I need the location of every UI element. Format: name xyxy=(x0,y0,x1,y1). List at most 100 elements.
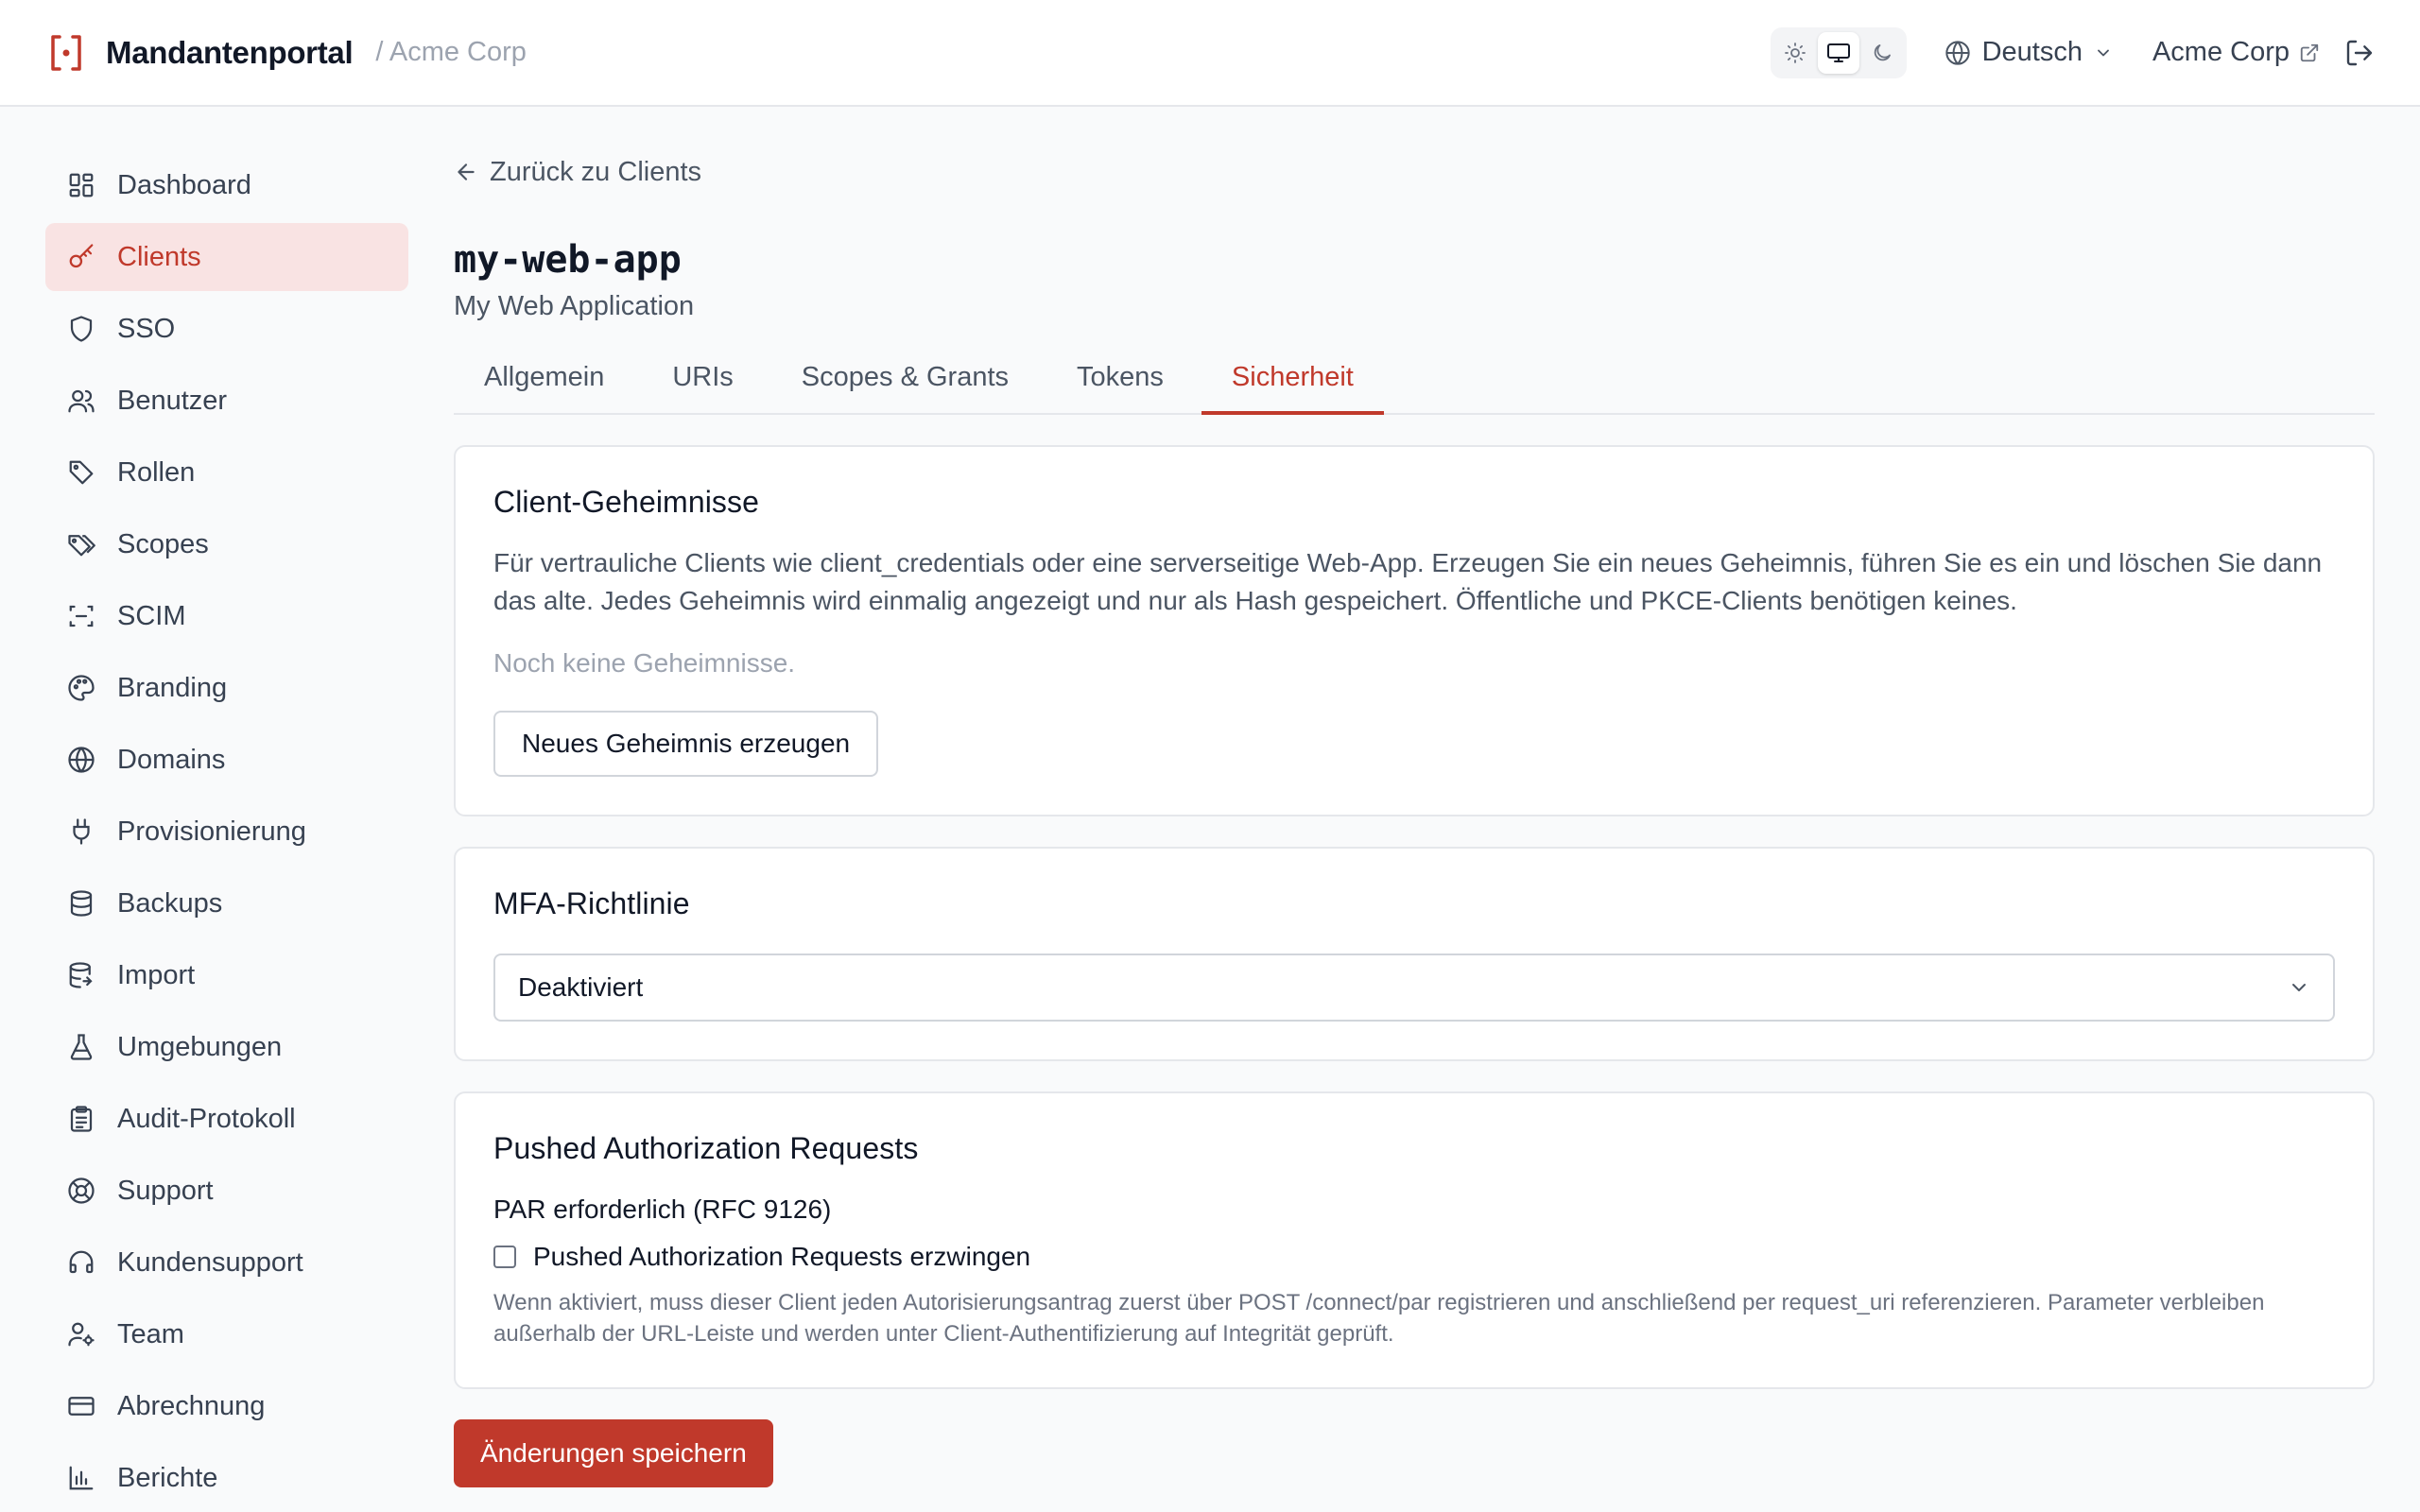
monitor-icon[interactable] xyxy=(1817,31,1859,74)
lifebuoy-icon xyxy=(66,1176,96,1206)
brand-title[interactable]: Mandantenportal xyxy=(106,35,354,71)
sidebar-item-clients[interactable]: Clients xyxy=(45,223,408,291)
tenant-label: Acme Corp xyxy=(2152,37,2290,67)
mfa-policy-value: Deaktiviert xyxy=(518,972,644,1002)
sidebar-item-sso[interactable]: SSO xyxy=(45,295,408,363)
moon-icon[interactable] xyxy=(1861,32,1903,74)
users-icon xyxy=(66,386,96,416)
sidebar-item-label: Backups xyxy=(117,887,223,919)
client-secrets-title: Client-Geheimnisse xyxy=(493,485,760,519)
user-cog-icon xyxy=(66,1319,96,1349)
back-link[interactable]: Zurück zu Clients xyxy=(454,151,2375,193)
credit-card-icon xyxy=(66,1391,96,1421)
sidebar-item-label: Audit-Protokoll xyxy=(117,1103,296,1134)
par-checkbox-row[interactable]: Pushed Authorization Requests erzwingen xyxy=(493,1242,2335,1272)
flask-icon xyxy=(66,1032,96,1062)
sidebar-item-label: Clients xyxy=(117,241,201,272)
client-secrets-empty-state: Noch keine Geheimnisse. xyxy=(493,648,796,678)
generate-secret-button[interactable]: Neues Geheimnis erzeugen xyxy=(493,711,879,777)
sidebar-item-import[interactable]: Import xyxy=(45,941,408,1009)
tab-tokens[interactable]: Tokens xyxy=(1046,351,1194,413)
page-title: my-web-app xyxy=(454,238,682,282)
sidebar-item-label: Team xyxy=(117,1318,184,1349)
tag-icon xyxy=(66,457,96,488)
par-field-label: PAR erforderlich (RFC 9126) xyxy=(493,1194,832,1224)
save-button[interactable]: Änderungen speichern xyxy=(454,1419,773,1487)
chevron-down-icon xyxy=(2288,976,2310,999)
sidebar-item-label: Dashboard xyxy=(117,169,251,200)
globe-icon xyxy=(1945,40,1971,66)
mfa-policy-title: MFA-Richtlinie xyxy=(493,886,690,920)
sidebar-item-label: SCIM xyxy=(117,600,186,631)
par-help-text: Wenn aktiviert, muss dieser Client jeden… xyxy=(493,1290,2265,1347)
sidebar-item-audit-protokoll[interactable]: Audit-Protokoll xyxy=(45,1085,408,1153)
sidebar-item-scopes[interactable]: Scopes xyxy=(45,510,408,578)
sidebar-item-kundensupport[interactable]: Kundensupport xyxy=(45,1228,408,1297)
sidebar-item-label: Rollen xyxy=(117,456,196,488)
sun-icon[interactable] xyxy=(1774,32,1816,74)
sidebar-item-label: Berichte xyxy=(117,1462,218,1493)
sidebar-item-provisionierung[interactable]: Provisionierung xyxy=(45,798,408,866)
bar-chart-icon xyxy=(66,1463,96,1493)
tab-allgemein[interactable]: Allgemein xyxy=(454,351,634,413)
client-secrets-card: Client-Geheimnisse Für vertrauliche Clie… xyxy=(454,445,2375,816)
external-link-icon xyxy=(2299,43,2320,63)
back-link-label: Zurück zu Clients xyxy=(490,156,702,187)
dashboard-icon xyxy=(66,170,96,200)
key-icon xyxy=(66,242,96,272)
mfa-policy-select[interactable]: Deaktiviert xyxy=(493,954,2335,1022)
sidebar-item-label: Branding xyxy=(117,672,228,703)
sidebar-item-umgebungen[interactable]: Umgebungen xyxy=(45,1013,408,1081)
language-label: Deutsch xyxy=(1981,37,2083,67)
top-bar: Mandantenportal / Acme Corp Deutsch Acme… xyxy=(0,0,2420,107)
sidebar-item-dashboard[interactable]: Dashboard xyxy=(45,151,408,219)
plug-icon xyxy=(66,816,96,847)
sidebar-item-label: Kundensupport xyxy=(117,1246,303,1278)
tab-bar: Allgemein URIs Scopes & Grants Tokens Si… xyxy=(454,351,2375,415)
logout-icon[interactable] xyxy=(2344,38,2375,68)
sidebar-item-benutzer[interactable]: Benutzer xyxy=(45,367,408,435)
sidebar-item-rollen[interactable]: Rollen xyxy=(45,438,408,507)
sidebar-item-support[interactable]: Support xyxy=(45,1157,408,1225)
logo-icon[interactable] xyxy=(47,34,85,72)
par-card: Pushed Authorization Requests PAR erford… xyxy=(454,1091,2375,1389)
par-title: Pushed Authorization Requests xyxy=(493,1131,919,1165)
sidebar-item-scim[interactable]: SCIM xyxy=(45,582,408,650)
sidebar-item-label: Umgebungen xyxy=(117,1031,283,1062)
sidebar: Dashboard Clients SSO Benutzer Rollen Sc… xyxy=(45,151,408,1512)
sidebar-item-abrechnung[interactable]: Abrechnung xyxy=(45,1372,408,1440)
language-selector[interactable]: Deutsch xyxy=(1945,37,2113,68)
tenant-breadcrumb: / Acme Corp xyxy=(375,37,527,67)
shield-icon xyxy=(66,314,96,344)
tags-icon xyxy=(66,529,96,559)
sidebar-item-label: Import xyxy=(117,959,196,990)
sidebar-item-berichte[interactable]: Berichte xyxy=(45,1444,408,1512)
sidebar-item-backups[interactable]: Backups xyxy=(45,869,408,937)
sidebar-item-branding[interactable]: Branding xyxy=(45,654,408,722)
sidebar-item-label: Support xyxy=(117,1175,214,1206)
globe-icon xyxy=(66,745,96,775)
sidebar-item-label: SSO xyxy=(117,313,176,344)
par-checkbox[interactable] xyxy=(493,1246,516,1268)
page-subtitle: My Web Application xyxy=(454,291,695,321)
palette-icon xyxy=(66,673,96,703)
headset-icon xyxy=(66,1247,96,1278)
database-import-icon xyxy=(66,960,96,990)
sidebar-item-label: Provisionierung xyxy=(117,816,306,847)
sidebar-item-label: Scopes xyxy=(117,528,209,559)
arrow-left-icon xyxy=(454,160,478,184)
sidebar-item-team[interactable]: Team xyxy=(45,1300,408,1368)
mfa-policy-card: MFA-Richtlinie Deaktiviert xyxy=(454,847,2375,1061)
tenant-link[interactable]: Acme Corp xyxy=(2152,37,2320,68)
client-secrets-description: Für vertrauliche Clients wie client_cred… xyxy=(493,548,2323,615)
tab-uris[interactable]: URIs xyxy=(642,351,763,413)
tab-scopes-grants[interactable]: Scopes & Grants xyxy=(771,351,1039,413)
tab-sicherheit[interactable]: Sicherheit xyxy=(1201,351,1384,415)
par-checkbox-label[interactable]: Pushed Authorization Requests erzwingen xyxy=(533,1242,1030,1272)
theme-switcher xyxy=(1770,26,1907,78)
clipboard-icon xyxy=(66,1104,96,1134)
sidebar-item-domains[interactable]: Domains xyxy=(45,726,408,794)
chevron-down-icon xyxy=(2094,43,2113,62)
sidebar-item-label: Domains xyxy=(117,744,226,775)
database-icon xyxy=(66,888,96,919)
